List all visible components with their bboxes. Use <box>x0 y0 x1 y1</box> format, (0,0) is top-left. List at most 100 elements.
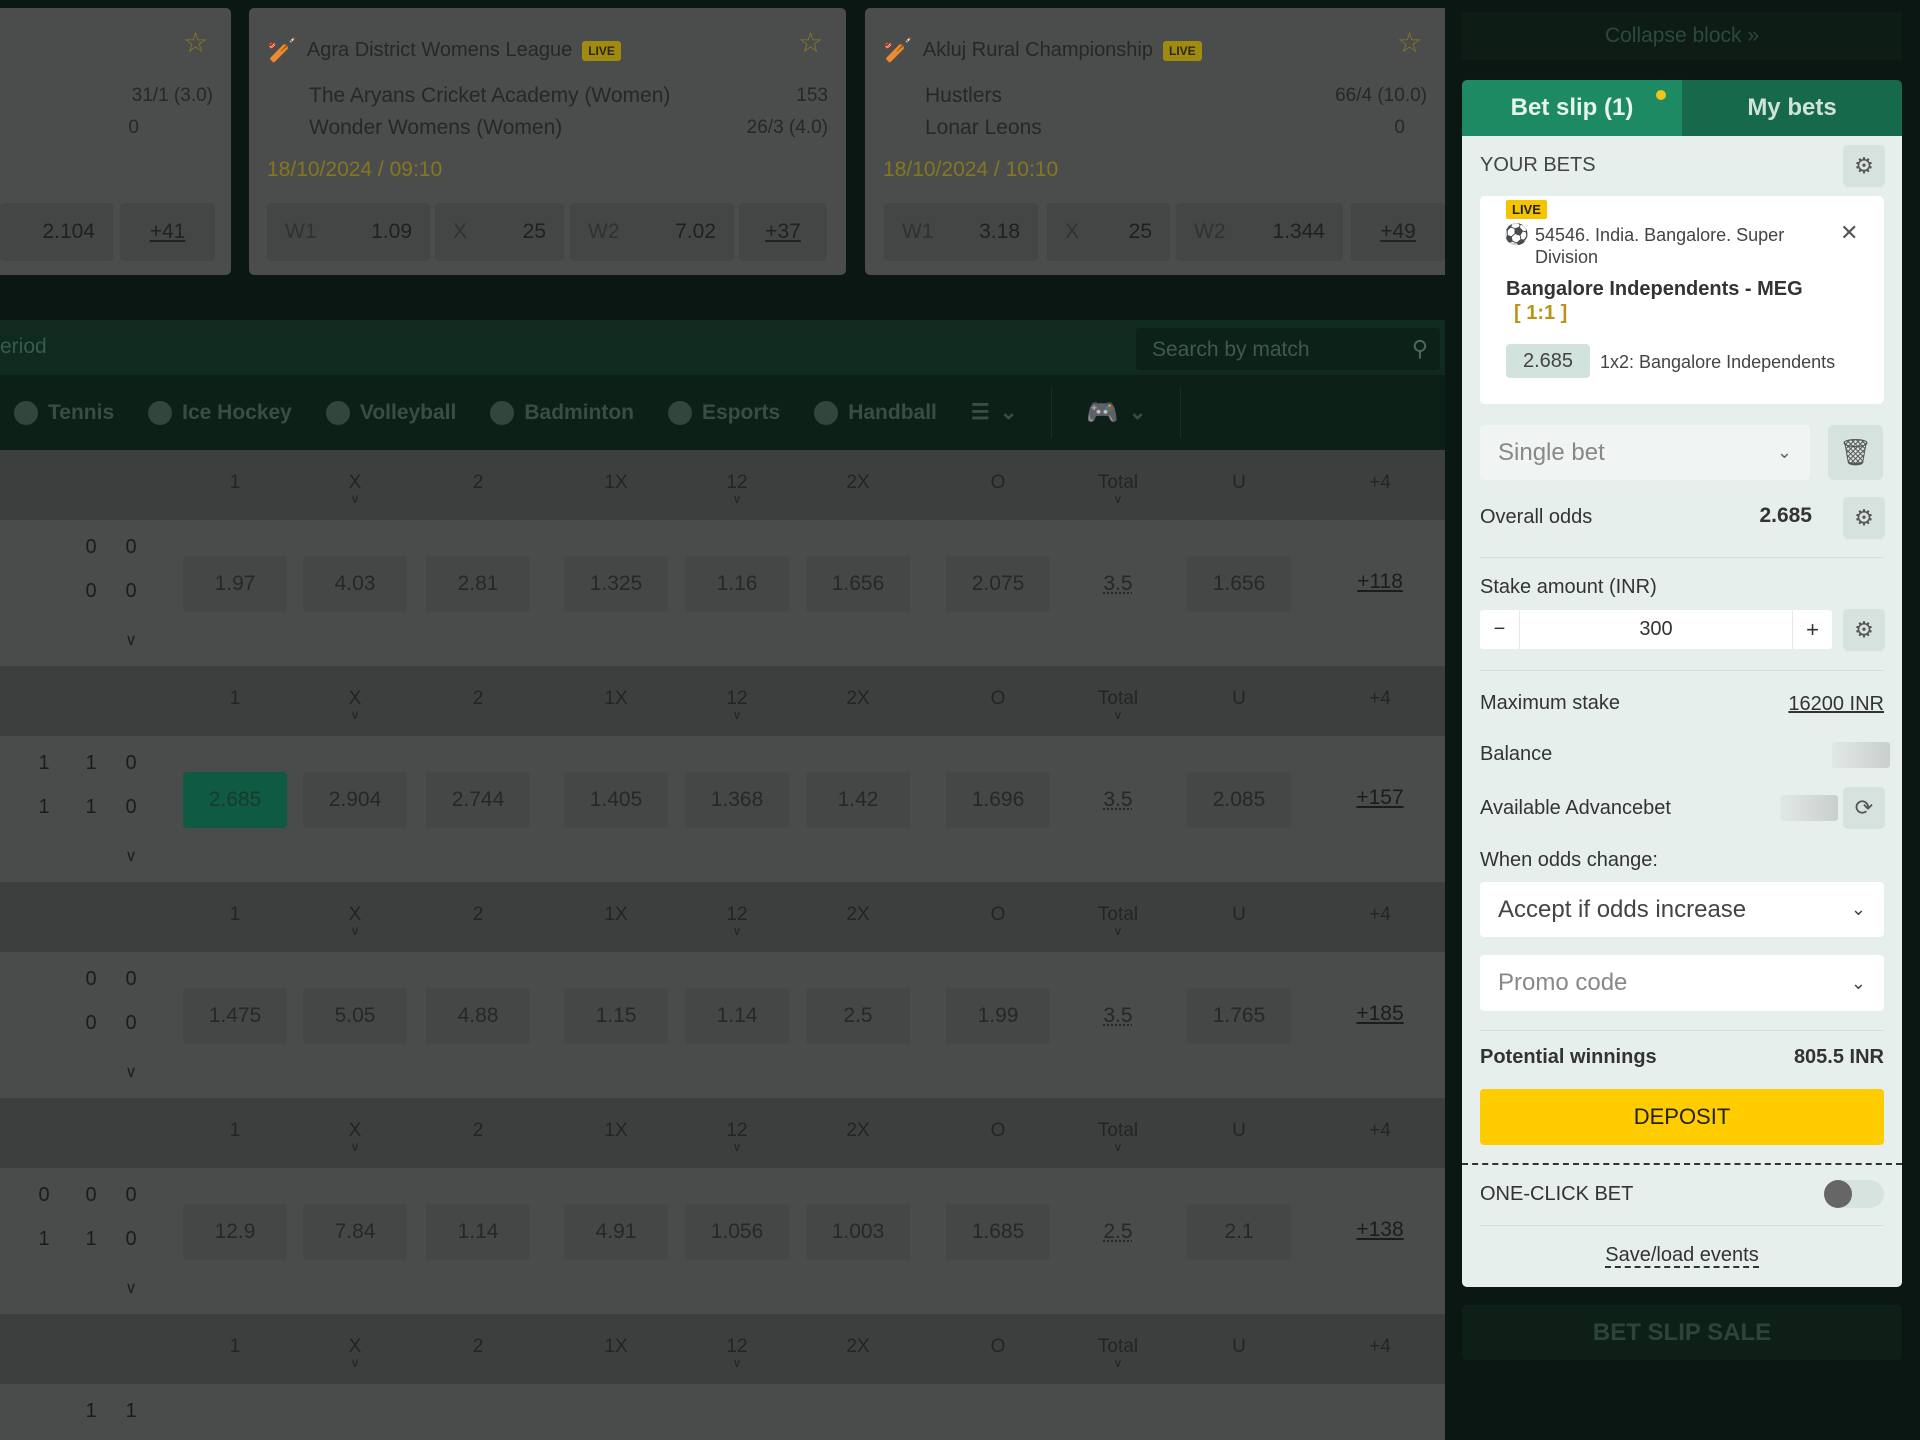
odds-cell[interactable]: 7.84 <box>303 1204 407 1260</box>
favorite-star-icon[interactable]: ☆ <box>1397 26 1422 59</box>
column-header[interactable]: 12 ∨ <box>726 472 747 505</box>
odds-cell[interactable]: 1.475 <box>183 988 287 1044</box>
refresh-icon[interactable]: ⟳ <box>1843 787 1885 829</box>
match-card[interactable]: 🏏 Agra District Womens League LIVE The Arya… <box>249 8 846 275</box>
odds-cell[interactable]: 1.656 <box>1187 556 1291 612</box>
odds-cell[interactable]: 1.696 <box>946 772 1050 828</box>
column-header[interactable]: 12 ∨ <box>726 1336 747 1369</box>
odds-button[interactable]: X 25 <box>1047 203 1170 261</box>
tab-bet-slip[interactable]: Bet slip (1) <box>1462 80 1682 136</box>
expand-chevron-icon[interactable]: ∨ <box>125 630 137 650</box>
odds-button[interactable]: W1 1.09 <box>267 203 430 261</box>
settings-gear-icon[interactable]: ⚙ <box>1843 145 1885 187</box>
search-icon[interactable]: ⚲ <box>1412 336 1428 362</box>
total-line[interactable]: 3.5 <box>1066 772 1170 828</box>
favorite-star-icon[interactable]: ☆ <box>183 26 208 59</box>
odds-cell[interactable]: 12.9 <box>183 1204 287 1260</box>
esports-menu[interactable]: 🎮 ⌄ <box>1086 397 1146 428</box>
more-markets-link[interactable]: +49 <box>1351 203 1445 261</box>
total-line[interactable]: 3.5 <box>1066 988 1170 1044</box>
remove-bet-close-icon[interactable]: ✕ <box>1840 220 1858 246</box>
column-header[interactable]: Total ∨ <box>1098 472 1138 505</box>
expand-chevron-icon[interactable]: ∨ <box>125 1278 137 1298</box>
odds-cell[interactable]: 4.91 <box>564 1204 668 1260</box>
collapse-block-button[interactable]: Collapse block » <box>1462 12 1902 60</box>
match-card[interactable]: 🏏 Akluj Rural Championship LIVE Hustlers Lon… <box>865 8 1445 275</box>
column-header[interactable]: 12 ∨ <box>726 688 747 721</box>
odds-cell[interactable]: 2.075 <box>946 556 1050 612</box>
column-header[interactable]: Total ∨ <box>1098 688 1138 721</box>
promo-code-select[interactable]: Promo code ⌄ <box>1480 955 1884 1011</box>
more-markets-link[interactable]: +41 <box>120 203 215 261</box>
column-header[interactable]: 12 ∨ <box>726 1120 747 1153</box>
odds-cell[interactable]: 1.99 <box>946 988 1050 1044</box>
odds-button[interactable]: W1 3.18 <box>884 203 1038 261</box>
sport-tab-volleyball[interactable]: Volleyball <box>325 400 456 425</box>
expand-chevron-icon[interactable]: ∨ <box>125 846 137 866</box>
column-header[interactable]: X ∨ <box>349 1336 362 1369</box>
column-header[interactable]: 12 ∨ <box>726 904 747 937</box>
odds-cell[interactable]: 2.81 <box>426 556 530 612</box>
sport-tab-handball[interactable]: Handball <box>814 400 937 425</box>
odds-cell[interactable]: 1.42 <box>806 772 910 828</box>
odds-cell[interactable]: 1.405 <box>564 772 668 828</box>
trash-icon[interactable]: 🗑 <box>1828 425 1883 480</box>
one-click-bet-toggle[interactable] <box>1824 1180 1884 1208</box>
sport-tab-ice-hockey[interactable]: Ice Hockey <box>148 400 292 425</box>
odds-cell[interactable]: 1.14 <box>685 988 789 1044</box>
max-stake-link[interactable]: 16200 INR <box>1788 693 1884 716</box>
bet-type-select[interactable]: Single bet ⌄ <box>1480 425 1810 480</box>
column-header[interactable]: X ∨ <box>349 472 362 505</box>
odds-cell[interactable]: 1.16 <box>685 556 789 612</box>
deposit-button[interactable]: DEPOSIT <box>1480 1089 1884 1145</box>
more-markets-link[interactable]: +185 <box>1356 1002 1403 1026</box>
odds-cell[interactable]: 5.05 <box>303 988 407 1044</box>
odds-cell[interactable]: 4.88 <box>426 988 530 1044</box>
odds-settings-gear-icon[interactable]: ⚙ <box>1843 497 1885 539</box>
tab-my-bets[interactable]: My bets <box>1682 80 1902 136</box>
more-markets-link[interactable]: +138 <box>1356 1218 1403 1242</box>
period-label[interactable]: eriod <box>0 335 47 359</box>
odds-cell[interactable]: 1.97 <box>183 556 287 612</box>
stake-settings-gear-icon[interactable]: ⚙ <box>1843 609 1885 651</box>
odds-button[interactable]: 2.104 <box>0 203 113 261</box>
odds-cell[interactable]: 2.904 <box>303 772 407 828</box>
odds-cell[interactable]: 2.685 <box>183 772 287 828</box>
favorite-star-icon[interactable]: ☆ <box>798 26 823 59</box>
column-header[interactable]: Total ∨ <box>1098 1336 1138 1369</box>
bet-slip-sale-button[interactable]: BET SLIP SALE <box>1462 1305 1902 1360</box>
stake-decrement-button[interactable]: − <box>1480 610 1520 649</box>
stake-increment-button[interactable]: + <box>1792 610 1832 649</box>
odds-cell[interactable]: 1.368 <box>685 772 789 828</box>
more-sports-menu[interactable]: ☰ ⌄ <box>971 400 1017 425</box>
more-markets-link[interactable]: +118 <box>1357 570 1403 594</box>
column-header[interactable]: X ∨ <box>349 904 362 937</box>
column-header[interactable]: X ∨ <box>349 1120 362 1153</box>
stake-input[interactable]: 300 <box>1520 610 1792 649</box>
odds-cell[interactable]: 1.15 <box>564 988 668 1044</box>
expand-chevron-icon[interactable]: ∨ <box>125 1062 137 1082</box>
odds-button[interactable]: W2 1.344 <box>1176 203 1343 261</box>
sport-tab-badminton[interactable]: Badminton <box>490 400 634 425</box>
odds-cell[interactable]: 2.1 <box>1187 1204 1291 1260</box>
odds-change-select[interactable]: Accept if odds increase ⌄ <box>1480 882 1884 937</box>
column-header[interactable]: X ∨ <box>349 688 362 721</box>
odds-button[interactable]: X 25 <box>435 203 564 261</box>
match-card[interactable]: ☆ 31/1 (3.0) 0 2.104 +41 <box>0 8 231 275</box>
odds-cell[interactable]: 1.14 <box>426 1204 530 1260</box>
odds-cell[interactable]: 2.085 <box>1187 772 1291 828</box>
odds-cell[interactable]: 1.656 <box>806 556 910 612</box>
odds-cell[interactable]: 1.056 <box>685 1204 789 1260</box>
total-line[interactable]: 3.5 <box>1066 556 1170 612</box>
odds-cell[interactable]: 1.003 <box>806 1204 910 1260</box>
column-header[interactable]: Total ∨ <box>1098 1120 1138 1153</box>
odds-button[interactable]: W2 7.02 <box>570 203 734 261</box>
search-input[interactable]: Search by match ⚲ <box>1136 328 1440 370</box>
odds-cell[interactable]: 1.685 <box>946 1204 1050 1260</box>
odds-cell[interactable]: 4.03 <box>303 556 407 612</box>
odds-cell[interactable]: 1.325 <box>564 556 668 612</box>
sport-tab-esports[interactable]: Esports <box>668 400 780 425</box>
more-markets-link[interactable]: +157 <box>1356 786 1403 810</box>
total-line[interactable]: 2.5 <box>1066 1204 1170 1260</box>
odds-cell[interactable]: 2.5 <box>806 988 910 1044</box>
